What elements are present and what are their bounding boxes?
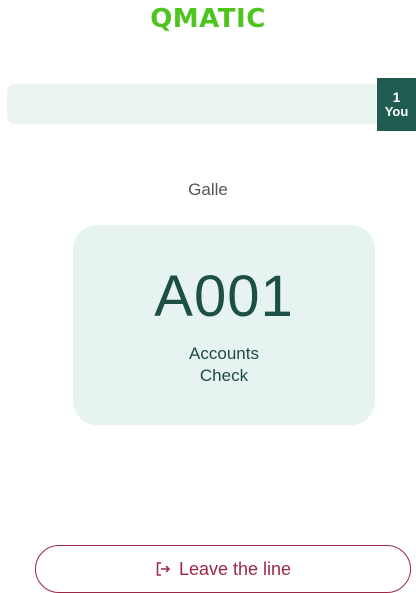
queue-position-label: You [384, 104, 409, 120]
ticket-card: A001 Accounts Check [73, 225, 375, 425]
queue-position-marker: 1 You [377, 78, 416, 131]
ticket-status-page: QMATIC 1 You Galle A001 Accounts Check L… [0, 0, 416, 593]
leave-line-label: Leave the line [178, 558, 292, 579]
exit-icon [156, 562, 171, 576]
branch-name: Galle [188, 180, 228, 199]
leave-line-button[interactable]: Leave the line [35, 545, 411, 593]
ticket-number: A001 [154, 264, 294, 329]
service-name: Accounts Check [124, 343, 324, 387]
queue-progress-track [7, 84, 377, 124]
qmatic-logo: QMATIC [150, 4, 266, 34]
queue-position-number: 1 [392, 89, 401, 106]
service-name-line-2: Check [199, 366, 249, 385]
service-name-line-1: Accounts [189, 344, 259, 363]
